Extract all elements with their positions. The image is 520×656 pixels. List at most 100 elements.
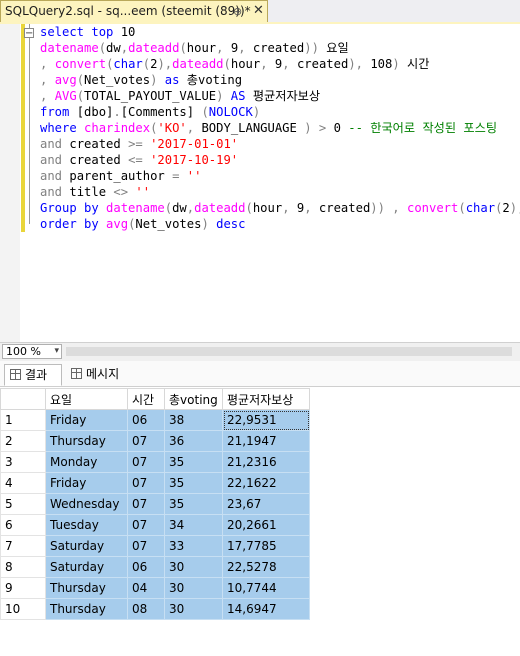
table-row[interactable]: 1 Friday 06 38 22,9531 bbox=[0, 409, 310, 431]
column-header-hour[interactable]: 시간 bbox=[127, 388, 165, 410]
cell-day[interactable]: Saturday bbox=[45, 556, 128, 578]
cell-day[interactable]: Tuesday bbox=[45, 514, 128, 536]
pin-icon[interactable]: ⊕ bbox=[233, 5, 242, 18]
cell-hour[interactable]: 07 bbox=[127, 535, 165, 557]
cell-hour[interactable]: 08 bbox=[127, 598, 165, 620]
table-row[interactable]: 10 Thursday 08 30 14,6947 bbox=[0, 598, 310, 620]
column-header-voting[interactable]: 총voting bbox=[164, 388, 223, 410]
cell-payout[interactable]: 22,9531 bbox=[222, 409, 310, 431]
cell-voting[interactable]: 30 bbox=[164, 598, 223, 620]
collapse-region-icon[interactable]: − bbox=[24, 28, 34, 39]
cell-voting[interactable]: 30 bbox=[164, 577, 223, 599]
cell-voting[interactable]: 30 bbox=[164, 556, 223, 578]
code-line[interactable]: where charindex('KO', BODY_LANGUAGE ) > … bbox=[40, 120, 520, 136]
cell-voting[interactable]: 34 bbox=[164, 514, 223, 536]
row-number[interactable]: 5 bbox=[0, 493, 46, 515]
cell-hour[interactable]: 07 bbox=[127, 430, 165, 452]
column-header-day[interactable]: 요일 bbox=[45, 388, 128, 410]
cell-payout[interactable]: 21,1947 bbox=[222, 430, 310, 452]
code-line[interactable]: , avg(Net_votes) as 총voting bbox=[40, 72, 520, 88]
cell-payout[interactable]: 10,7744 bbox=[222, 577, 310, 599]
cell-day[interactable]: Friday bbox=[45, 409, 128, 431]
cell-voting[interactable]: 33 bbox=[164, 535, 223, 557]
cell-hour[interactable]: 06 bbox=[127, 556, 165, 578]
column-header-payout[interactable]: 평균저자보상 bbox=[222, 388, 310, 410]
code-token: select top bbox=[40, 25, 121, 39]
row-number[interactable]: 3 bbox=[0, 451, 46, 473]
cell-payout[interactable]: 22,5278 bbox=[222, 556, 310, 578]
zoom-select[interactable]: 100 % ▾ bbox=[2, 344, 62, 359]
code-line[interactable]: , convert(char(2),dateadd(hour, 9, creat… bbox=[40, 56, 520, 72]
code-line[interactable]: and parent_author = '' bbox=[40, 168, 520, 184]
row-number[interactable]: 2 bbox=[0, 430, 46, 452]
row-number[interactable]: 4 bbox=[0, 472, 46, 494]
cell-hour[interactable]: 07 bbox=[127, 493, 165, 515]
cell-hour[interactable]: 04 bbox=[127, 577, 165, 599]
cell-payout[interactable]: 23,67 bbox=[222, 493, 310, 515]
table-row[interactable]: 2 Thursday 07 36 21,1947 bbox=[0, 430, 310, 452]
cell-voting[interactable]: 35 bbox=[164, 472, 223, 494]
table-row[interactable]: 6 Tuesday 07 34 20,2661 bbox=[0, 514, 310, 536]
cell-voting[interactable]: 35 bbox=[164, 451, 223, 473]
sql-code[interactable]: select top 10 datename(dw,dateadd(hour, 9… bbox=[40, 24, 520, 232]
code-token: , bbox=[216, 41, 231, 55]
cell-payout[interactable]: 14,6947 bbox=[222, 598, 310, 620]
cell-voting[interactable]: 35 bbox=[164, 493, 223, 515]
cell-payout[interactable]: 21,2316 bbox=[222, 451, 310, 473]
cell-payout[interactable]: 22,1622 bbox=[222, 472, 310, 494]
cell-payout[interactable]: 20,2661 bbox=[222, 514, 310, 536]
sql-editor[interactable]: − select top 10 datename(dw,dateadd(hour,… bbox=[0, 24, 520, 342]
code-line[interactable]: and title <> '' bbox=[40, 184, 520, 200]
results-grid[interactable]: 요일 시간 총voting 평균저자보상 1 Friday 06 38 22,9531 2… bbox=[0, 388, 520, 656]
cell-hour[interactable]: 07 bbox=[127, 451, 165, 473]
code-line[interactable]: Group by datename(dw,dateadd(hour, 9, cr… bbox=[40, 200, 520, 216]
cell-day[interactable]: Thursday bbox=[45, 430, 128, 452]
cell-voting[interactable]: 36 bbox=[164, 430, 223, 452]
change-tracking-bar bbox=[21, 24, 25, 232]
row-number[interactable]: 9 bbox=[0, 577, 46, 599]
code-token: 요일 bbox=[318, 41, 349, 55]
code-token: )) , bbox=[370, 201, 407, 215]
code-line[interactable]: datename(dw,dateadd(hour, 9, created)) 요… bbox=[40, 40, 520, 56]
code-token: ( bbox=[76, 73, 85, 87]
table-row[interactable]: 9 Thursday 04 30 10,7744 bbox=[0, 577, 310, 599]
code-token: hour bbox=[252, 201, 283, 215]
code-line[interactable]: and created <= '2017-10-19' bbox=[40, 152, 520, 168]
cell-voting[interactable]: 38 bbox=[164, 409, 223, 431]
row-number[interactable]: 7 bbox=[0, 535, 46, 557]
table-row[interactable]: 4 Friday 07 35 22,1622 bbox=[0, 472, 310, 494]
query-tab[interactable]: SQLQuery2.sql - sq...eem (steemit (89))*… bbox=[0, 0, 268, 22]
cell-hour[interactable]: 06 bbox=[127, 409, 165, 431]
code-line[interactable]: from [dbo].[Comments] (NOLOCK) bbox=[40, 104, 520, 120]
cell-hour[interactable]: 07 bbox=[127, 514, 165, 536]
code-token: char bbox=[113, 57, 143, 71]
row-number[interactable]: 1 bbox=[0, 409, 46, 431]
cell-hour[interactable]: 07 bbox=[127, 472, 165, 494]
row-number[interactable]: 8 bbox=[0, 556, 46, 578]
code-line[interactable]: order by avg(Net_votes) desc bbox=[40, 216, 520, 232]
row-number[interactable]: 6 bbox=[0, 514, 46, 536]
code-token: 10 bbox=[120, 25, 136, 39]
code-line[interactable]: and created >= '2017-01-01' bbox=[40, 136, 520, 152]
horizontal-scrollbar[interactable] bbox=[66, 347, 512, 356]
code-token: convert bbox=[54, 57, 107, 71]
row-number-header[interactable] bbox=[0, 388, 46, 410]
cell-day[interactable]: Friday bbox=[45, 472, 128, 494]
close-tab-icon[interactable]: ✕ bbox=[253, 3, 264, 18]
cell-day[interactable]: Saturday bbox=[45, 535, 128, 557]
cell-day[interactable]: Monday bbox=[45, 451, 128, 473]
code-line[interactable]: select top 10 bbox=[40, 24, 520, 40]
table-row[interactable]: 3 Monday 07 35 21,2316 bbox=[0, 451, 310, 473]
table-row[interactable]: 8 Saturday 06 30 22,5278 bbox=[0, 556, 310, 578]
code-token: ( bbox=[76, 89, 85, 103]
tab-results[interactable]: 결과 bbox=[4, 364, 62, 386]
row-number[interactable]: 10 bbox=[0, 598, 46, 620]
code-line[interactable]: , AVG(TOTAL_PAYOUT_VALUE) AS 평균저자보상 bbox=[40, 88, 520, 104]
cell-day[interactable]: Thursday bbox=[45, 577, 128, 599]
tab-messages[interactable]: 메시지 bbox=[66, 364, 132, 386]
table-row[interactable]: 5 Wednesday 07 35 23,67 bbox=[0, 493, 310, 515]
cell-payout[interactable]: 17,7785 bbox=[222, 535, 310, 557]
cell-day[interactable]: Thursday bbox=[45, 598, 128, 620]
cell-day[interactable]: Wednesday bbox=[45, 493, 128, 515]
table-row[interactable]: 7 Saturday 07 33 17,7785 bbox=[0, 535, 310, 557]
